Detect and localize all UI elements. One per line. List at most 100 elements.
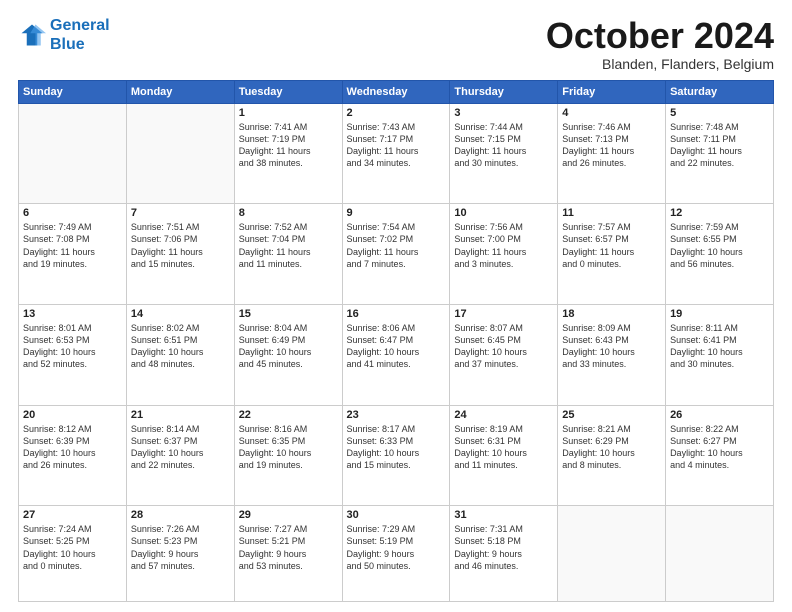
month-title: October 2024 — [546, 16, 774, 56]
cell-text: Sunrise: 7:54 AM Sunset: 7:02 PM Dayligh… — [347, 221, 446, 270]
calendar-cell: 16 Sunrise: 8:06 AM Sunset: 6:47 PM Dayli… — [342, 304, 450, 405]
cell-text: Sunrise: 7:59 AM Sunset: 6:55 PM Dayligh… — [670, 221, 769, 270]
day-number: 30 — [347, 509, 446, 521]
calendar-cell: 24 Sunrise: 8:19 AM Sunset: 6:31 PM Dayli… — [450, 405, 558, 506]
day-number: 16 — [347, 308, 446, 320]
cell-text: Sunrise: 7:52 AM Sunset: 7:04 PM Dayligh… — [239, 221, 338, 270]
calendar-cell: 8 Sunrise: 7:52 AM Sunset: 7:04 PM Daylig… — [234, 204, 342, 305]
header: General Blue October 2024 Blanden, Fland… — [18, 16, 774, 72]
day-number: 7 — [131, 207, 230, 219]
calendar-cell — [558, 506, 666, 602]
calendar-row: 13Sunrise: 8:01 AM Sunset: 6:53 PM Dayli… — [19, 304, 774, 405]
day-number: 5 — [670, 107, 769, 119]
calendar-cell: 25 Sunrise: 8:21 AM Sunset: 6:29 PM Dayli… — [558, 405, 666, 506]
day-number: 4 — [562, 107, 661, 119]
calendar-cell: 14 Sunrise: 8:02 AM Sunset: 6:51 PM Dayli… — [126, 304, 234, 405]
weekday-header: Tuesday — [234, 80, 342, 103]
cell-text: Sunrise: 8:11 AM Sunset: 6:41 PM Dayligh… — [670, 322, 769, 371]
weekday-header: Wednesday — [342, 80, 450, 103]
cell-text: Sunrise: 8:06 AM Sunset: 6:47 PM Dayligh… — [347, 322, 446, 371]
cell-text: Sunrise: 7:24 AM Sunset: 5:25 PM Dayligh… — [23, 523, 122, 572]
calendar-cell: 29 Sunrise: 7:27 AM Sunset: 5:21 PM Dayli… — [234, 506, 342, 602]
day-number: 15 — [239, 308, 338, 320]
day-number: 21 — [131, 409, 230, 421]
day-number: 6 — [23, 207, 122, 219]
cell-text: Sunrise: 7:57 AM Sunset: 6:57 PM Dayligh… — [562, 221, 661, 270]
cell-text: Sunrise: 8:04 AM Sunset: 6:49 PM Dayligh… — [239, 322, 338, 371]
calendar-cell: 12 Sunrise: 7:59 AM Sunset: 6:55 PM Dayli… — [666, 204, 774, 305]
cell-text: Sunrise: 8:21 AM Sunset: 6:29 PM Dayligh… — [562, 423, 661, 472]
cell-text: Sunrise: 8:09 AM Sunset: 6:43 PM Dayligh… — [562, 322, 661, 371]
day-number: 10 — [454, 207, 553, 219]
calendar-cell: 5 Sunrise: 7:48 AM Sunset: 7:11 PM Daylig… — [666, 103, 774, 204]
calendar-cell: 17Sunrise: 8:07 AM Sunset: 6:45 PM Dayli… — [450, 304, 558, 405]
cell-text: Sunrise: 7:46 AM Sunset: 7:13 PM Dayligh… — [562, 121, 661, 170]
day-number: 11 — [562, 207, 661, 219]
cell-text: Sunrise: 8:22 AM Sunset: 6:27 PM Dayligh… — [670, 423, 769, 472]
day-number: 3 — [454, 107, 553, 119]
calendar-cell — [666, 506, 774, 602]
cell-text: Sunrise: 7:26 AM Sunset: 5:23 PM Dayligh… — [131, 523, 230, 572]
calendar-cell: 3 Sunrise: 7:44 AM Sunset: 7:15 PM Daylig… — [450, 103, 558, 204]
cell-text: Sunrise: 8:01 AM Sunset: 6:53 PM Dayligh… — [23, 322, 122, 371]
calendar-cell: 20Sunrise: 8:12 AM Sunset: 6:39 PM Dayli… — [19, 405, 127, 506]
cell-text: Sunrise: 8:19 AM Sunset: 6:31 PM Dayligh… — [454, 423, 553, 472]
cell-text: Sunrise: 7:41 AM Sunset: 7:19 PM Dayligh… — [239, 121, 338, 170]
calendar-cell: 23 Sunrise: 8:17 AM Sunset: 6:33 PM Dayli… — [342, 405, 450, 506]
cell-text: Sunrise: 7:27 AM Sunset: 5:21 PM Dayligh… — [239, 523, 338, 572]
logo-icon — [18, 21, 46, 49]
calendar-cell: 30 Sunrise: 7:29 AM Sunset: 5:19 PM Dayli… — [342, 506, 450, 602]
day-number: 12 — [670, 207, 769, 219]
cell-text: Sunrise: 8:12 AM Sunset: 6:39 PM Dayligh… — [23, 423, 122, 472]
calendar-cell: 13Sunrise: 8:01 AM Sunset: 6:53 PM Dayli… — [19, 304, 127, 405]
calendar-cell: 9Sunrise: 7:54 AM Sunset: 7:02 PM Daylig… — [342, 204, 450, 305]
calendar-cell: 26Sunrise: 8:22 AM Sunset: 6:27 PM Dayli… — [666, 405, 774, 506]
cell-text: Sunrise: 7:44 AM Sunset: 7:15 PM Dayligh… — [454, 121, 553, 170]
calendar-cell: 4 Sunrise: 7:46 AM Sunset: 7:13 PM Daylig… — [558, 103, 666, 204]
cell-text: Sunrise: 7:29 AM Sunset: 5:19 PM Dayligh… — [347, 523, 446, 572]
day-number: 23 — [347, 409, 446, 421]
day-number: 28 — [131, 509, 230, 521]
day-number: 14 — [131, 308, 230, 320]
calendar-cell: 7 Sunrise: 7:51 AM Sunset: 7:06 PM Daylig… — [126, 204, 234, 305]
calendar-row: 6Sunrise: 7:49 AM Sunset: 7:08 PM Daylig… — [19, 204, 774, 305]
calendar-row: 20Sunrise: 8:12 AM Sunset: 6:39 PM Dayli… — [19, 405, 774, 506]
weekday-header: Sunday — [19, 80, 127, 103]
calendar-table: SundayMondayTuesdayWednesdayThursdayFrid… — [18, 80, 774, 602]
calendar-cell: 6Sunrise: 7:49 AM Sunset: 7:08 PM Daylig… — [19, 204, 127, 305]
calendar-row: 27Sunrise: 7:24 AM Sunset: 5:25 PM Dayli… — [19, 506, 774, 602]
calendar-cell: 2Sunrise: 7:43 AM Sunset: 7:17 PM Daylig… — [342, 103, 450, 204]
cell-text: Sunrise: 7:48 AM Sunset: 7:11 PM Dayligh… — [670, 121, 769, 170]
weekday-header: Monday — [126, 80, 234, 103]
calendar-cell: 28 Sunrise: 7:26 AM Sunset: 5:23 PM Dayli… — [126, 506, 234, 602]
cell-text: Sunrise: 7:51 AM Sunset: 7:06 PM Dayligh… — [131, 221, 230, 270]
day-number: 18 — [562, 308, 661, 320]
page: General Blue October 2024 Blanden, Fland… — [0, 0, 792, 612]
day-number: 8 — [239, 207, 338, 219]
calendar-cell: 31Sunrise: 7:31 AM Sunset: 5:18 PM Dayli… — [450, 506, 558, 602]
day-number: 22 — [239, 409, 338, 421]
calendar-cell: 21 Sunrise: 8:14 AM Sunset: 6:37 PM Dayli… — [126, 405, 234, 506]
cell-text: Sunrise: 8:16 AM Sunset: 6:35 PM Dayligh… — [239, 423, 338, 472]
calendar-cell — [126, 103, 234, 204]
cell-text: Sunrise: 8:02 AM Sunset: 6:51 PM Dayligh… — [131, 322, 230, 371]
cell-text: Sunrise: 7:31 AM Sunset: 5:18 PM Dayligh… — [454, 523, 553, 572]
calendar-cell: 22 Sunrise: 8:16 AM Sunset: 6:35 PM Dayli… — [234, 405, 342, 506]
weekday-header: Friday — [558, 80, 666, 103]
logo-text: General Blue — [50, 16, 110, 54]
day-number: 2 — [347, 107, 446, 119]
calendar-row: 1 Sunrise: 7:41 AM Sunset: 7:19 PM Daylig… — [19, 103, 774, 204]
calendar-cell: 15 Sunrise: 8:04 AM Sunset: 6:49 PM Dayli… — [234, 304, 342, 405]
calendar-cell: 27Sunrise: 7:24 AM Sunset: 5:25 PM Dayli… — [19, 506, 127, 602]
location: Blanden, Flanders, Belgium — [546, 56, 774, 72]
day-number: 24 — [454, 409, 553, 421]
day-number: 1 — [239, 107, 338, 119]
day-number: 29 — [239, 509, 338, 521]
calendar-cell: 1 Sunrise: 7:41 AM Sunset: 7:19 PM Daylig… — [234, 103, 342, 204]
logo: General Blue — [18, 16, 110, 54]
cell-text: Sunrise: 8:14 AM Sunset: 6:37 PM Dayligh… — [131, 423, 230, 472]
cell-text: Sunrise: 8:17 AM Sunset: 6:33 PM Dayligh… — [347, 423, 446, 472]
day-number: 25 — [562, 409, 661, 421]
calendar-cell: 19Sunrise: 8:11 AM Sunset: 6:41 PM Dayli… — [666, 304, 774, 405]
calendar-cell: 10Sunrise: 7:56 AM Sunset: 7:00 PM Dayli… — [450, 204, 558, 305]
